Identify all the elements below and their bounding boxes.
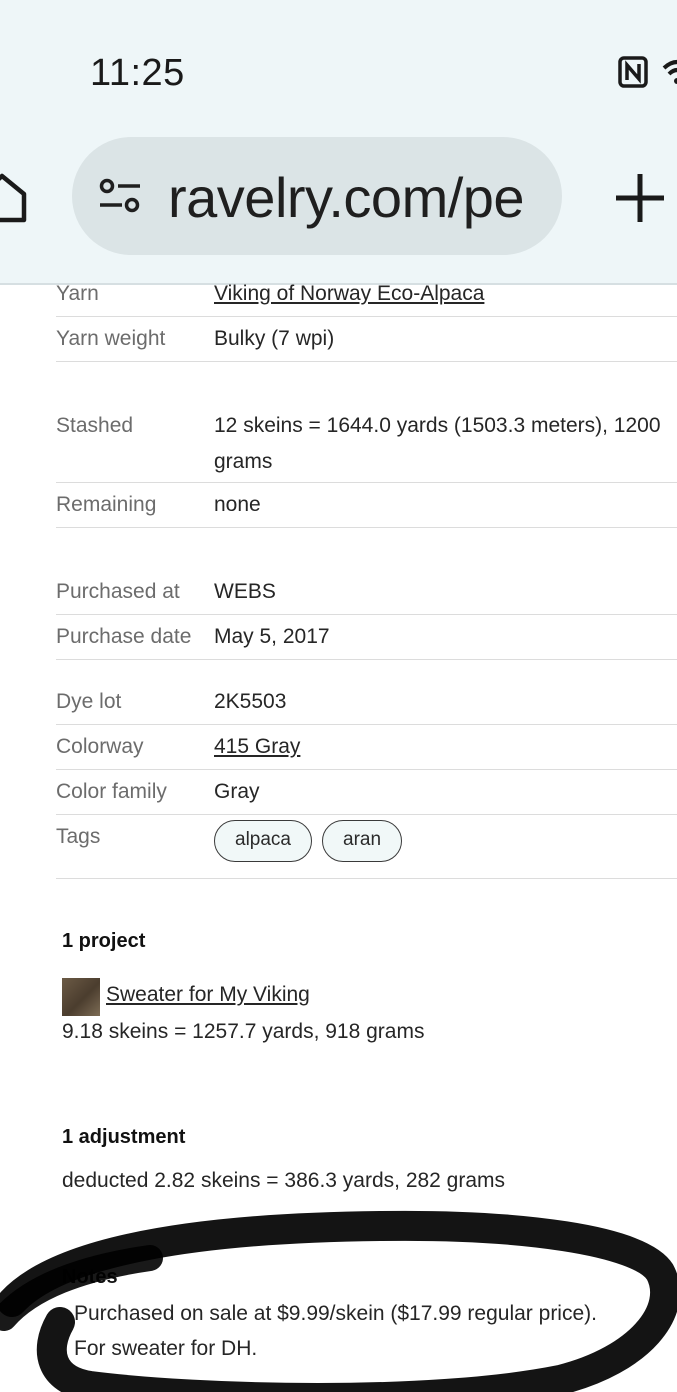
detail-label: Tags [56, 825, 101, 848]
home-icon[interactable] [0, 168, 30, 228]
detail-row-remaining: Remaining none [56, 483, 677, 528]
tag-alpaca[interactable]: alpaca [214, 820, 312, 862]
detail-label: Stashed [56, 414, 134, 437]
project-thumbnail[interactable] [62, 978, 100, 1016]
detail-label: Remaining [56, 493, 157, 516]
detail-value: 12 skeins = 1644.0 yards (1503.3 meters)… [214, 414, 661, 437]
yarn-link[interactable]: Viking of Norway Eco-Alpaca [214, 276, 484, 311]
detail-row-purchased-at: Purchased at WEBS [56, 528, 677, 615]
detail-value: 2K5503 [214, 690, 287, 713]
browser-chrome: 11:25 ravelry.com/pe [0, 0, 677, 285]
detail-value: Bulky (7 wpi) [214, 327, 335, 350]
url-text[interactable]: ravelry.com/pe [168, 165, 540, 230]
nfc-icon [618, 56, 648, 88]
detail-row-yarn-weight: Yarn weight Bulky (7 wpi) [56, 317, 677, 362]
detail-value: none [214, 493, 261, 516]
detail-row-colorway: Colorway 415 Gray [56, 725, 677, 770]
tag-list: alpaca aran [214, 820, 412, 862]
detail-row-yarn: Yarn Viking of Norway Eco-Alpaca [56, 282, 677, 317]
adjustment-text: deducted 2.82 skeins = 386.3 yards, 282 … [62, 1169, 506, 1192]
detail-label: Purchase date [56, 625, 192, 648]
hand-drawn-circle-annotation [0, 1210, 677, 1392]
detail-row-purchase-date: Purchase date May 5, 2017 [56, 615, 677, 660]
detail-row-stashed: Stashed 12 skeins = 1644.0 yards (1503.3… [56, 362, 677, 483]
status-time: 11:25 [90, 52, 185, 94]
detail-row-dye-lot: Dye lot 2K5503 [56, 660, 677, 725]
address-bar[interactable]: ravelry.com/pe [72, 137, 562, 255]
new-tab-icon[interactable] [612, 170, 668, 226]
detail-value: Gray [214, 780, 260, 803]
stash-details-table: Yarn Viking of Norway Eco-Alpaca Yarn we… [56, 282, 677, 879]
projects-heading: 1 project [62, 930, 146, 952]
adjustments-heading: 1 adjustment [62, 1126, 186, 1148]
detail-row-tags: Tags alpaca aran [56, 815, 677, 879]
project-usage: 9.18 skeins = 1257.7 yards, 918 grams [62, 1020, 425, 1043]
tag-aran[interactable]: aran [322, 820, 403, 862]
detail-label: Purchased at [56, 580, 180, 603]
detail-label: Yarn weight [56, 327, 166, 350]
detail-label: Colorway [56, 735, 144, 758]
wifi-icon [662, 60, 677, 84]
detail-label: Dye lot [56, 690, 122, 713]
detail-value: May 5, 2017 [214, 625, 330, 648]
project-link[interactable]: Sweater for My Viking [106, 983, 310, 1007]
colorway-link[interactable]: 415 Gray [214, 729, 300, 764]
detail-label: Color family [56, 780, 167, 803]
detail-label: Yarn [56, 282, 99, 305]
detail-value: WEBS [214, 580, 276, 603]
detail-row-color-family: Color family Gray [56, 770, 677, 815]
site-settings-icon[interactable] [96, 177, 144, 217]
detail-value-continued: grams [214, 450, 273, 473]
